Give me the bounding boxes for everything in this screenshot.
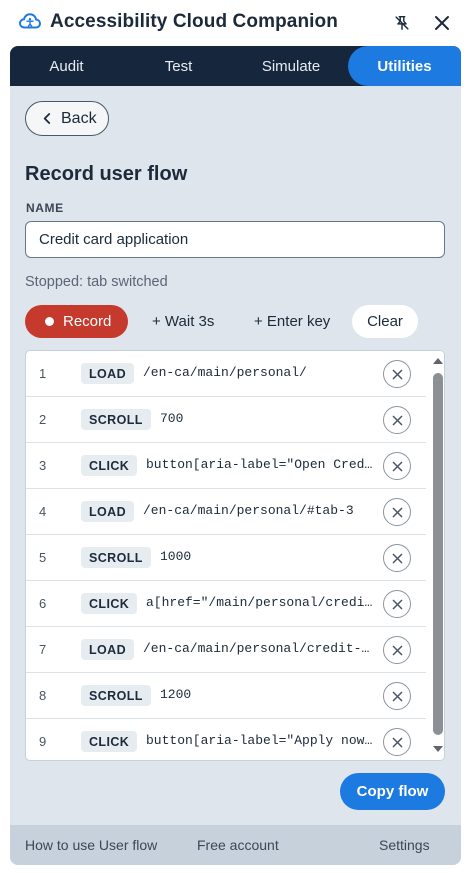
title-bar: Accessibility Cloud Companion (0, 0, 471, 46)
settings-link[interactable]: Settings (379, 837, 430, 853)
close-icon (392, 691, 402, 701)
add-wait-button[interactable]: + Wait 3s (152, 305, 214, 338)
scroll-down-arrow-icon[interactable] (433, 746, 443, 752)
step-value: /en-ca/main/personal/#tab-3 (143, 503, 354, 518)
copy-flow-button[interactable]: Copy flow (340, 773, 445, 810)
step-row: 5 SCROLL 1000 (26, 535, 426, 581)
close-icon (392, 461, 402, 471)
close-icon (435, 16, 449, 30)
remove-step-button[interactable] (383, 590, 411, 618)
utilities-panel: Audit Test Simulate Utilities Back Recor… (10, 46, 461, 865)
close-icon (392, 553, 402, 563)
step-value: 1000 (160, 549, 192, 564)
step-row: 9 CLICK button[aria-label="Apply now f… (26, 719, 426, 760)
step-row: 7 LOAD/en-ca/main/personal/credit-ca… (26, 627, 426, 673)
remove-step-button[interactable] (383, 498, 411, 526)
steps-scrollbar[interactable] (429, 351, 444, 760)
how-to-use-link[interactable]: How to use User flow (25, 837, 157, 853)
close-icon (392, 369, 402, 379)
step-value: 1200 (160, 687, 192, 702)
close-button[interactable] (429, 10, 455, 36)
recorder-actions: Record + Wait 3s + Enter key Clear (25, 305, 455, 338)
step-row: 6 CLICK a[href="/main/personal/credit-… (26, 581, 426, 627)
scroll-up-arrow-icon[interactable] (433, 358, 443, 364)
step-value: 700 (160, 411, 184, 426)
record-label: Record (63, 313, 112, 330)
remove-step-button[interactable] (383, 636, 411, 664)
step-row: 3 CLICK button[aria-label="Open Credit… (26, 443, 426, 489)
tab-audit[interactable]: Audit (10, 46, 123, 86)
footer-bar: How to use User flow Free account Settin… (10, 825, 461, 865)
step-number: 5 (39, 550, 47, 565)
free-account-link[interactable]: Free account (197, 837, 279, 853)
chevron-left-icon (42, 112, 51, 125)
close-icon (392, 507, 402, 517)
step-number: 8 (39, 688, 47, 703)
remove-step-button[interactable] (383, 406, 411, 434)
step-value: /en-ca/main/personal/credit-ca… (143, 641, 375, 656)
step-action-badge: SCROLL (81, 409, 151, 430)
step-action-badge: SCROLL (81, 547, 151, 568)
flow-steps-list: 9 CLICK button[aria-label="Apply now f… 8 SC… (25, 350, 445, 761)
step-action-badge: LOAD (81, 363, 135, 384)
step-number: 9 (39, 734, 47, 749)
step-value: /en-ca/main/personal/ (143, 365, 307, 380)
back-label: Back (61, 109, 97, 127)
tab-simulate[interactable]: Simulate (234, 46, 348, 86)
step-number: 1 (39, 366, 47, 381)
step-row: 2 SCROLL 700 (26, 397, 426, 443)
section-title: Record user flow (25, 163, 188, 185)
record-button[interactable]: Record (25, 305, 128, 338)
tab-test[interactable]: Test (123, 46, 234, 86)
app-title: Accessibility Cloud Companion (50, 11, 338, 32)
name-field-label: NAME (26, 201, 64, 215)
step-action-badge: CLICK (81, 455, 138, 476)
step-value: button[aria-label="Apply now f… (146, 733, 375, 748)
clear-button[interactable]: Clear (352, 305, 418, 338)
remove-step-button[interactable] (383, 682, 411, 710)
close-icon (392, 645, 402, 655)
remove-step-button[interactable] (383, 452, 411, 480)
close-icon (392, 599, 402, 609)
main-tabs: Audit Test Simulate Utilities (10, 46, 461, 86)
back-button[interactable]: Back (25, 101, 109, 136)
step-action-badge: SCROLL (81, 685, 151, 706)
remove-step-button[interactable] (383, 360, 411, 388)
step-action-badge: CLICK (81, 593, 138, 614)
record-dot-icon (45, 317, 54, 326)
close-icon (392, 415, 402, 425)
pin-off-icon (395, 15, 409, 31)
tab-utilities[interactable]: Utilities (348, 46, 461, 86)
step-row: 4 LOAD/en-ca/main/personal/#tab-3 (26, 489, 426, 535)
step-number: 2 (39, 412, 47, 427)
step-row: 1 LOAD/en-ca/main/personal/ (26, 351, 426, 397)
flow-name-input[interactable] (25, 221, 445, 258)
add-enter-key-button[interactable]: + Enter key (254, 305, 330, 338)
step-number: 4 (39, 504, 47, 519)
step-number: 7 (39, 642, 47, 657)
step-number: 6 (39, 596, 47, 611)
step-value: a[href="/main/personal/credit-… (146, 595, 375, 610)
scroll-thumb[interactable] (433, 373, 443, 735)
unpin-button[interactable] (389, 10, 415, 36)
step-row: 8 SCROLL 1200 (26, 673, 426, 719)
remove-step-button[interactable] (383, 728, 411, 756)
remove-step-button[interactable] (383, 544, 411, 572)
recording-status: Stopped: tab switched (25, 274, 168, 290)
step-value: button[aria-label="Open Credit… (146, 457, 375, 472)
step-action-badge: LOAD (81, 501, 135, 522)
close-icon (392, 737, 402, 747)
step-number: 3 (39, 458, 47, 473)
step-action-badge: CLICK (81, 731, 138, 752)
step-action-badge: LOAD (81, 639, 135, 660)
cloud-accessibility-icon (19, 13, 41, 29)
